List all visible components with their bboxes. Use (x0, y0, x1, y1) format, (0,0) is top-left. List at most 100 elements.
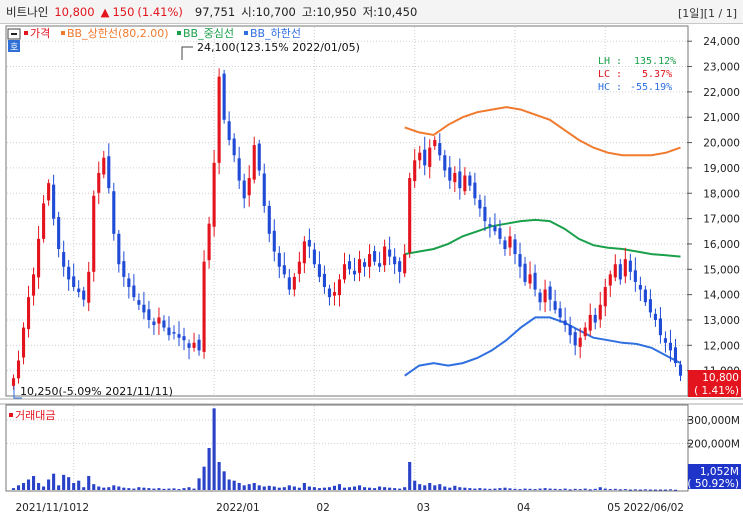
candle-body (297, 261, 301, 274)
candle-body (603, 287, 607, 307)
volume-bar (608, 489, 612, 491)
current-price-value: 10,800 (702, 372, 739, 384)
time-tick-label: 03 (417, 502, 430, 514)
volume-bar (663, 489, 668, 491)
ho-badge-icon[interactable]: 호 (8, 40, 20, 53)
time-tick-label: 12 (76, 502, 89, 514)
candle-body (72, 276, 76, 288)
candle-body (443, 155, 447, 171)
stock-header: 비트나인 10,800 ▲ 150 (1.41%) 97,751 시:10,70… (0, 0, 743, 24)
volume-bar (438, 484, 442, 490)
svg-text:호: 호 (10, 42, 18, 53)
candle-body (393, 256, 397, 265)
volume-bar (493, 488, 497, 490)
volume-bar (97, 486, 101, 490)
volume-bar (383, 487, 387, 490)
volume-bar (167, 488, 171, 490)
period-indicator[interactable]: [1일][1 / 1] (678, 5, 737, 21)
volume-bar (458, 487, 462, 490)
candle-body (127, 278, 131, 288)
volume-value-box: 1,052M ( 50.92%) (687, 464, 741, 490)
price-change-pct: (1.41%) (137, 4, 183, 19)
price-tick-label: 21,000 (703, 112, 740, 124)
candle-body (67, 266, 71, 280)
price-tick-label: 15,000 (703, 264, 740, 276)
volume-bar (423, 485, 427, 490)
price-tick-label: 12,000 (703, 340, 740, 352)
volume-bar (52, 473, 56, 490)
candle-body (317, 264, 321, 277)
candle-body (92, 195, 96, 272)
stock-name[interactable]: 비트나인 (6, 4, 48, 20)
candle-body (653, 313, 657, 320)
candle-body (583, 327, 587, 337)
price-tick-label: 23,000 (703, 62, 740, 74)
volume-bar (87, 476, 91, 490)
volume-bar (122, 487, 126, 490)
candle-body (257, 143, 261, 171)
volume-bar (127, 488, 131, 490)
volume-bar (207, 448, 211, 490)
candle-body (378, 263, 382, 267)
candle-body (478, 199, 482, 209)
candle-body (42, 203, 46, 239)
volume-bar (147, 488, 151, 490)
volume-panel (5, 404, 689, 492)
volume-bar (373, 488, 377, 490)
hc-value: -55.19% (630, 82, 672, 93)
candle-body (658, 318, 662, 336)
candle-body (638, 285, 642, 290)
volume-bar (192, 488, 196, 490)
candle-body (568, 325, 572, 336)
time-axis: 2021/11/10 12 2022/01 02 03 04 05 2022/06/02 (16, 502, 684, 514)
candle-body (518, 254, 522, 267)
candle-body (458, 171, 462, 189)
candle-body (162, 320, 166, 328)
candle-body (538, 292, 542, 303)
candle-body (337, 279, 342, 296)
volume-bar (568, 489, 572, 491)
volume-bar (102, 487, 106, 490)
volume-bar (332, 485, 337, 490)
candle-body (11, 378, 16, 386)
volume-bar (393, 488, 397, 490)
candle-body (87, 271, 91, 303)
volume-bar (638, 489, 642, 491)
candle-body (37, 238, 41, 278)
candle-body (493, 226, 497, 232)
volume-bar (267, 485, 271, 490)
candle-body (172, 332, 176, 334)
volume-bar (613, 488, 617, 490)
candle-body (543, 289, 547, 303)
candle-body (553, 301, 557, 310)
volume-bar (317, 488, 321, 490)
volume-bar (633, 489, 637, 491)
volume-bar (57, 485, 61, 490)
volume-bar (197, 478, 201, 490)
volume-bar (237, 483, 241, 490)
candle-body (438, 143, 442, 156)
volume-bar (307, 486, 311, 490)
candle-body (488, 224, 492, 227)
candle-body (633, 270, 637, 282)
legend-volume: 거래대금 (15, 409, 55, 422)
candle-body (207, 223, 211, 261)
volume-bar (357, 485, 362, 490)
volume-bar (368, 487, 372, 490)
candle-body (182, 336, 186, 341)
candle-body (373, 251, 377, 262)
candle-body (327, 288, 332, 298)
legend-volume-marker (9, 413, 13, 417)
volume-bar (92, 484, 96, 490)
volume-bar (62, 474, 66, 490)
up-arrow-icon: ▲ (100, 4, 110, 19)
candle-body (668, 342, 673, 351)
candle-body (307, 239, 311, 247)
close-square-icon[interactable] (7, 28, 21, 40)
volume-bar (162, 488, 166, 490)
candle-body (508, 236, 512, 248)
volume-bar (528, 488, 532, 490)
candle-body (26, 297, 31, 330)
volume-bar (448, 487, 452, 490)
volume-bar (558, 489, 562, 491)
